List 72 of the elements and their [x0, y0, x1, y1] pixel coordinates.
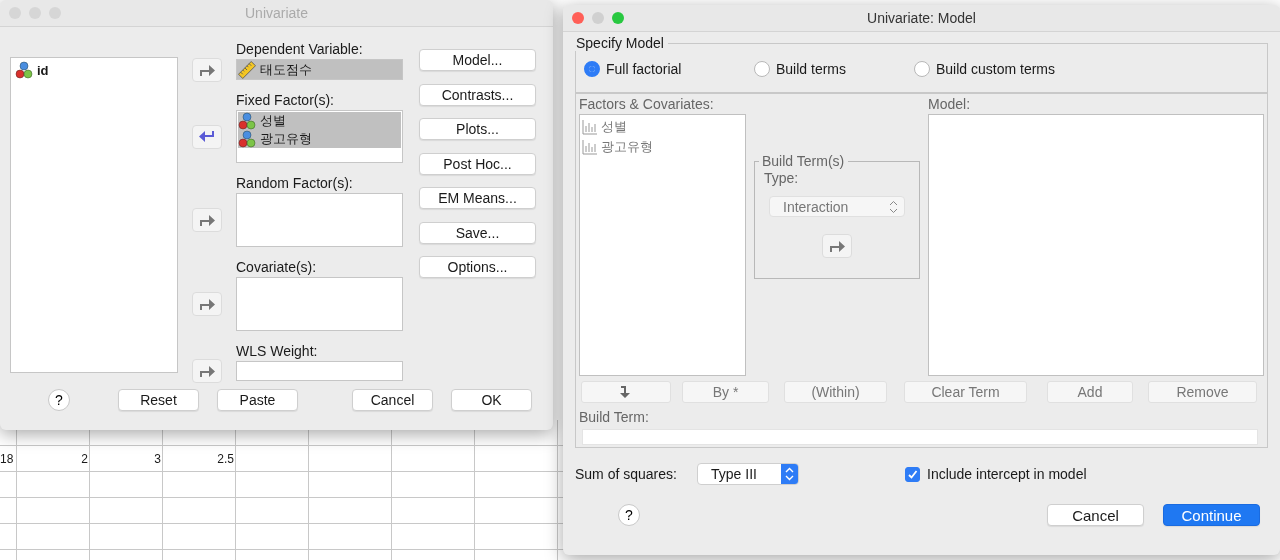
- dialog-button[interactable]: Plots...: [419, 118, 536, 140]
- window-title: Univariate: [244, 5, 309, 21]
- table-cell: 2: [17, 446, 90, 471]
- dialog-button[interactable]: Post Hoc...: [419, 152, 536, 175]
- radio-option[interactable]: Build terms: [754, 61, 914, 77]
- left-arrow-icon: [198, 129, 216, 144]
- help-button[interactable]: ?: [48, 389, 70, 411]
- ruler-icon: [238, 61, 256, 79]
- target-list[interactable]: 성별 광고유형: [236, 110, 403, 163]
- dialog-button[interactable]: Contrasts...: [419, 83, 536, 106]
- move-arrow-button[interactable]: [192, 292, 222, 316]
- field-label: Build Term:: [579, 409, 650, 425]
- chevron-updown-icon: [785, 467, 794, 481]
- dialog-button[interactable]: Save...: [419, 221, 536, 244]
- table-cell: 3: [90, 446, 163, 471]
- field-label: Random Factor(s):: [236, 175, 354, 193]
- dialog-button[interactable]: OK: [451, 389, 532, 411]
- window-control-dot[interactable]: [572, 12, 584, 24]
- dialog-button[interactable]: Options...: [419, 256, 536, 278]
- right-arrow-icon: [828, 239, 846, 253]
- move-arrow-button[interactable]: [822, 234, 852, 258]
- right-arrow-icon: [198, 213, 216, 227]
- build-term-field[interactable]: [582, 429, 1258, 445]
- dialog-button[interactable]: Model...: [419, 49, 536, 71]
- right-arrow-icon: [198, 297, 216, 311]
- nominal-variable-icon: [238, 130, 256, 148]
- factor-item[interactable]: 광고유형: [582, 137, 743, 157]
- factor-list[interactable]: 성별 광고유형: [579, 114, 746, 376]
- variable-item[interactable]: id: [15, 61, 173, 79]
- row-number: 18: [0, 446, 17, 471]
- field-label: Sum of squares:: [575, 466, 678, 482]
- model-list[interactable]: [928, 114, 1264, 376]
- down-arrow-icon: [620, 385, 632, 399]
- move-arrow-button[interactable]: [192, 124, 222, 149]
- field-label: Type:: [764, 170, 799, 188]
- right-arrow-icon: [198, 364, 216, 378]
- move-arrow-button[interactable]: [192, 359, 222, 383]
- window-control-dot[interactable]: [592, 12, 604, 24]
- variable-item[interactable]: 광고유형: [238, 130, 401, 148]
- field-label: Model:: [928, 96, 972, 114]
- dialog-button[interactable]: Continue: [1163, 504, 1260, 526]
- move-arrow-button[interactable]: [192, 208, 222, 232]
- dialog-button[interactable]: EM Means...: [419, 187, 536, 209]
- field-label: Factors & Covariates:: [579, 96, 715, 114]
- radio-option[interactable]: Build custom terms: [914, 61, 1084, 77]
- field-label: WLS Weight:: [236, 343, 319, 361]
- help-button[interactable]: ?: [618, 504, 640, 526]
- window-control-dot[interactable]: [612, 12, 624, 24]
- window-title: Univariate: Model: [866, 10, 977, 26]
- sum-of-squares-dropdown[interactable]: Type III: [697, 463, 799, 485]
- intercept-checkbox[interactable]: Include intercept in model: [905, 466, 1087, 482]
- field-label: Dependent Variable:: [236, 41, 364, 59]
- checkmark-icon: [907, 468, 918, 480]
- factor-item[interactable]: 성별: [582, 117, 743, 137]
- bar-chart-icon: [582, 139, 598, 155]
- group-title: Build Term(s): [759, 153, 849, 169]
- nominal-variable-icon: [15, 61, 33, 79]
- field-label: Covariate(s):: [236, 259, 318, 277]
- move-arrow-button[interactable]: [192, 57, 222, 82]
- group-title: Specify Model: [572, 35, 668, 51]
- radio-option[interactable]: Full factorial: [584, 61, 754, 77]
- variable-item[interactable]: 성별: [238, 112, 401, 130]
- right-arrow-icon: [198, 62, 216, 77]
- dialog-button[interactable]: Cancel: [1047, 504, 1144, 526]
- dialog-button[interactable]: Reset: [118, 389, 199, 411]
- field-label: Fixed Factor(s):: [236, 92, 335, 110]
- chevron-updown-icon: [889, 199, 898, 214]
- nominal-variable-icon: [238, 112, 256, 130]
- table-cell: 2.5: [163, 446, 236, 471]
- dialog-button[interactable]: Paste: [217, 389, 298, 411]
- bar-chart-icon: [582, 119, 598, 135]
- dialog-button[interactable]: Cancel: [352, 389, 433, 411]
